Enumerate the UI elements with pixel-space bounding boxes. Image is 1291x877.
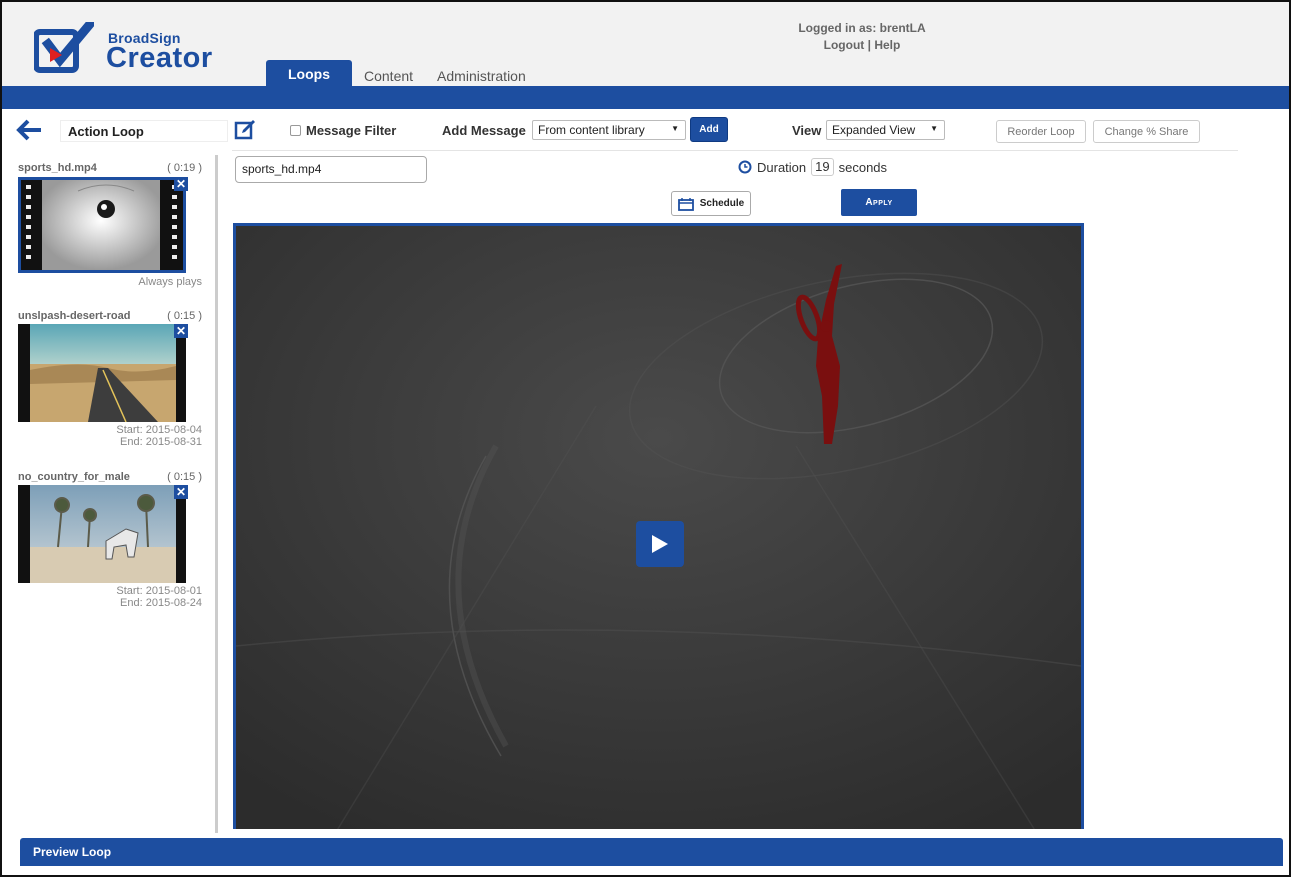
loop-name-field[interactable]: Action Loop [60,120,228,142]
message-filter-checkbox[interactable] [290,125,301,136]
tab-administration[interactable]: Administration [425,64,538,88]
tab-loops[interactable]: Loops [266,60,352,88]
tab-content[interactable]: Content [352,64,425,88]
view-select[interactable]: Expanded View ▼ [826,120,945,140]
schedule-button-label: Schedule [699,198,745,209]
duration-input[interactable]: 19 [811,158,834,176]
view-label: View [792,123,822,138]
remove-item-icon[interactable]: ✕ [174,324,188,338]
add-message-button[interactable]: Add [690,117,728,142]
list-item-schedule: Always plays [138,276,202,288]
link-separator: | [864,38,875,52]
toolbar-divider [232,150,1238,151]
preview-loop-bar[interactable]: Preview Loop [20,838,1283,866]
chevron-down-icon: ▼ [930,124,938,133]
list-item-header: sports_hd.mp4 ( 0:19 ) [18,162,202,176]
reorder-loop-button[interactable]: Reorder Loop [996,120,1086,143]
list-item-end: End: 2015-08-31 [120,436,202,448]
logged-in-as: Logged in as: brentLA [798,21,926,35]
play-button[interactable] [636,521,684,567]
message-filter-label: Message Filter [306,123,397,138]
list-item-name: sports_hd.mp4 [18,162,97,174]
list-item-start: Start: 2015-08-01 [116,585,202,597]
list-item-duration: ( 0:19 ) [167,162,202,174]
remove-item-icon[interactable]: ✕ [174,177,188,191]
calendar-icon [677,197,694,211]
header-blue-bar [2,86,1289,109]
duration-unit: seconds [838,159,888,175]
list-item-duration: ( 0:15 ) [167,310,202,322]
change-share-button[interactable]: Change % Share [1093,120,1200,143]
thumbnail-desert-road[interactable] [18,324,186,422]
logout-link[interactable]: Logout [824,38,865,52]
list-item-header: no_country_for_male ( 0:15 ) [18,471,202,485]
duration-label: Duration [757,159,807,175]
back-arrow-icon[interactable] [16,119,42,141]
remove-item-icon[interactable]: ✕ [174,485,188,499]
add-message-source-select[interactable]: From content library ▼ [532,120,686,140]
thumbnail-sports[interactable] [18,177,186,273]
chevron-down-icon: ▼ [671,124,679,133]
list-item[interactable]: unslpash-desert-road ( 0:15 ) ✕ Start: 2… [18,310,202,455]
list-item-duration: ( 0:15 ) [167,471,202,483]
duration-control: Duration 19 seconds [738,158,887,176]
brand-name-main: Creator [106,42,213,74]
list-item-name: unslpash-desert-road [18,310,131,322]
edit-icon[interactable] [234,119,256,141]
sidebar-divider [215,155,218,833]
message-filter[interactable]: Message Filter [290,123,396,138]
add-message-label: Add Message [442,123,526,138]
session-links: Logout | Help [792,37,932,54]
session-info: Logged in as: brentLA Logout | Help [792,20,932,54]
help-link[interactable]: Help [874,38,900,52]
list-item-end: End: 2015-08-24 [120,597,202,609]
main-tabs: Loops Content Administration [266,60,538,88]
play-icon [652,535,668,553]
list-item-start: Start: 2015-08-04 [116,424,202,436]
apply-button[interactable]: Apply [841,189,917,216]
list-item-schedule: Start: 2015-08-01 End: 2015-08-24 [116,585,202,609]
clock-icon [738,160,752,174]
add-message-source-value: From content library [538,123,645,137]
view-select-value: Expanded View [832,123,916,137]
list-item[interactable]: no_country_for_male ( 0:15 ) ✕ Start: 20… [18,471,202,616]
video-preview[interactable] [233,223,1084,829]
loop-sidebar: sports_hd.mp4 ( 0:19 ) ✕ Always plays un… [2,155,214,833]
list-item-name: no_country_for_male [18,471,130,483]
list-item-schedule: Start: 2015-08-04 End: 2015-08-31 [116,424,202,448]
thumbnail-no-country[interactable] [18,485,186,583]
broadsign-logo-icon [34,22,94,73]
schedule-button[interactable]: Schedule [671,191,751,216]
loop-toolbar: Action Loop Message Filter Add Message F… [2,109,1289,151]
list-item[interactable]: sports_hd.mp4 ( 0:19 ) ✕ Always plays [18,162,202,292]
list-item-header: unslpash-desert-road ( 0:15 ) [18,310,202,324]
file-name-input[interactable]: sports_hd.mp4 [235,156,427,183]
app-header: BroadSign Creator Logged in as: brentLA … [2,2,1289,88]
list-item-footer-line1: Always plays [138,276,202,288]
